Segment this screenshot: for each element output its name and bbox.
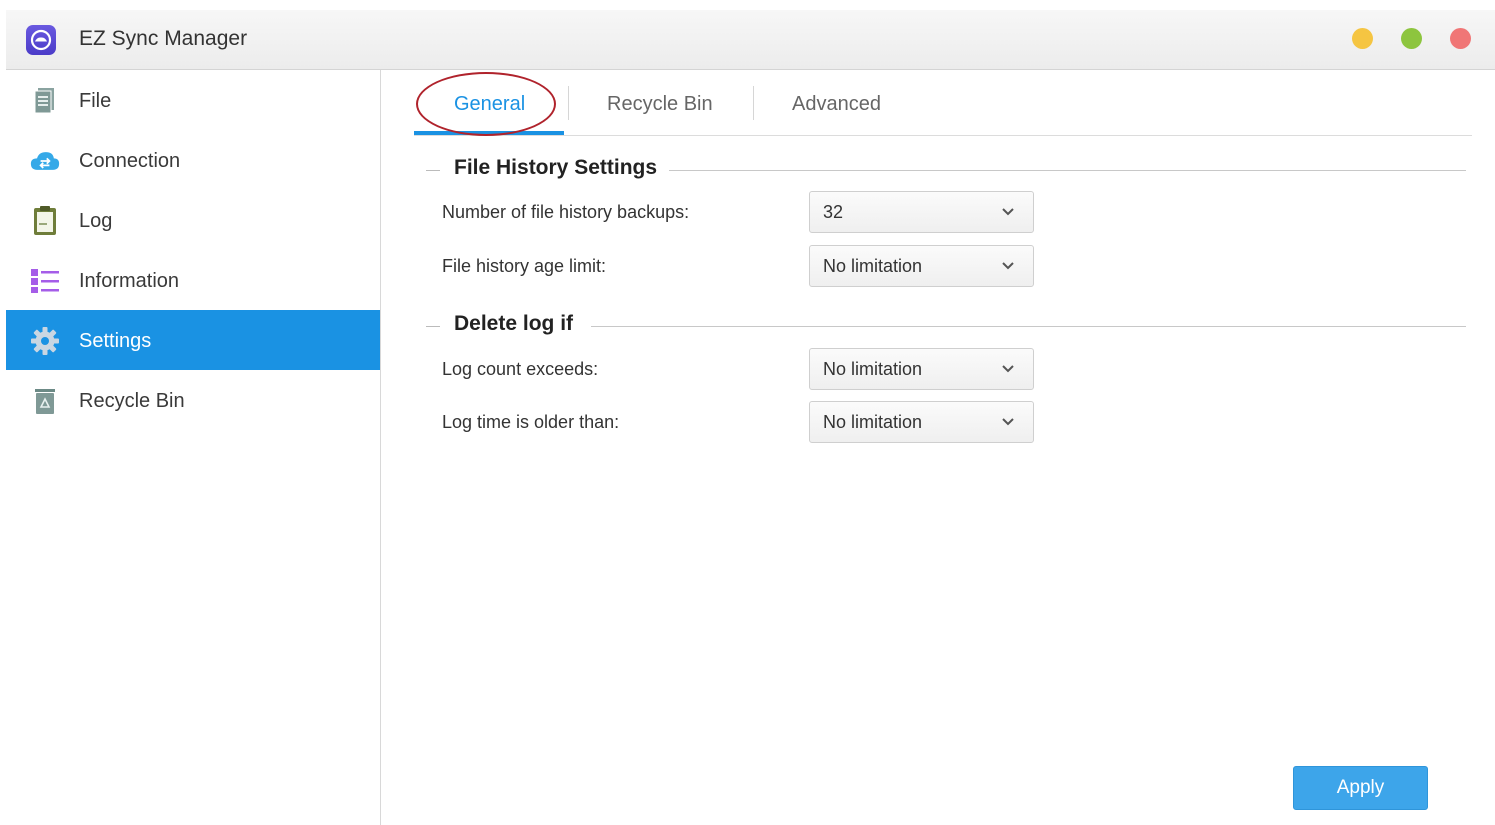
setting-label: File history age limit: <box>442 256 607 276</box>
log-clipboard-icon <box>30 206 60 236</box>
sidebar-item-information[interactable]: Information <box>6 250 380 310</box>
section-divider <box>669 170 1466 171</box>
sidebar-item-log[interactable]: Log <box>6 190 380 250</box>
file-icon <box>30 86 60 116</box>
minimize-dot[interactable] <box>1352 28 1373 49</box>
log-count-select[interactable]: No limitation <box>809 348 1034 390</box>
select-value: No limitation <box>823 359 923 379</box>
tab-recycle-bin[interactable]: Recycle Bin <box>607 93 713 116</box>
maximize-dot[interactable] <box>1401 28 1422 49</box>
backups-count-select[interactable]: 32 <box>809 191 1034 233</box>
section-header-delete-log: Delete log if <box>426 312 1466 342</box>
sidebar-item-recycle-bin[interactable]: Recycle Bin <box>6 370 380 430</box>
select-value: No limitation <box>823 412 923 432</box>
setting-label: Number of file history backups: <box>442 202 690 222</box>
app-title: EZ Sync Manager <box>79 27 248 50</box>
tab-divider <box>568 86 569 120</box>
close-dot[interactable] <box>1450 28 1471 49</box>
chevron-down-icon <box>1000 415 1016 429</box>
section-title: Delete log if <box>454 312 574 335</box>
select-value: 32 <box>823 202 844 222</box>
tab-divider <box>753 86 754 120</box>
gear-icon <box>30 326 60 356</box>
cloud-connection-icon <box>30 146 60 176</box>
apply-button[interactable]: Apply <box>1293 766 1428 810</box>
sidebar-item-label: Settings <box>79 330 152 352</box>
section-header-file-history: File History Settings <box>426 156 1466 186</box>
sidebar: File Connection Log Information Settings… <box>6 70 381 825</box>
sidebar-item-label: Connection <box>79 150 181 172</box>
app-window: EZ Sync Manager File Connection Log Info… <box>6 10 1495 825</box>
section-title: File History Settings <box>454 156 658 179</box>
select-value: No limitation <box>823 256 923 276</box>
sidebar-item-label: File <box>79 90 112 112</box>
sidebar-item-file[interactable]: File <box>6 70 380 130</box>
section-divider <box>426 170 440 171</box>
sidebar-item-settings[interactable]: Settings <box>6 310 380 370</box>
log-age-select[interactable]: No limitation <box>809 401 1034 443</box>
recycle-bin-icon <box>30 386 60 416</box>
information-list-icon <box>30 266 60 296</box>
cloud-sync-icon <box>26 25 56 55</box>
sidebar-item-label: Log <box>79 210 113 232</box>
sidebar-item-label: Recycle Bin <box>79 390 185 412</box>
section-divider <box>591 326 1466 327</box>
tab-general[interactable]: General <box>454 93 525 116</box>
tab-bar: General Recycle Bin Advanced <box>414 70 1472 136</box>
section-divider <box>426 326 440 327</box>
chevron-down-icon <box>1000 259 1016 273</box>
active-tab-indicator <box>414 131 564 135</box>
title-bar: EZ Sync Manager <box>6 10 1495 70</box>
history-age-limit-select[interactable]: No limitation <box>809 245 1034 287</box>
chevron-down-icon <box>1000 205 1016 219</box>
sidebar-item-connection[interactable]: Connection <box>6 130 380 190</box>
sidebar-item-label: Information <box>79 270 180 292</box>
setting-label: Log count exceeds: <box>442 359 599 379</box>
chevron-down-icon <box>1000 362 1016 376</box>
settings-panel: General Recycle Bin Advanced File Histor… <box>382 70 1495 825</box>
setting-label: Log time is older than: <box>442 412 620 432</box>
tab-advanced[interactable]: Advanced <box>792 93 881 116</box>
